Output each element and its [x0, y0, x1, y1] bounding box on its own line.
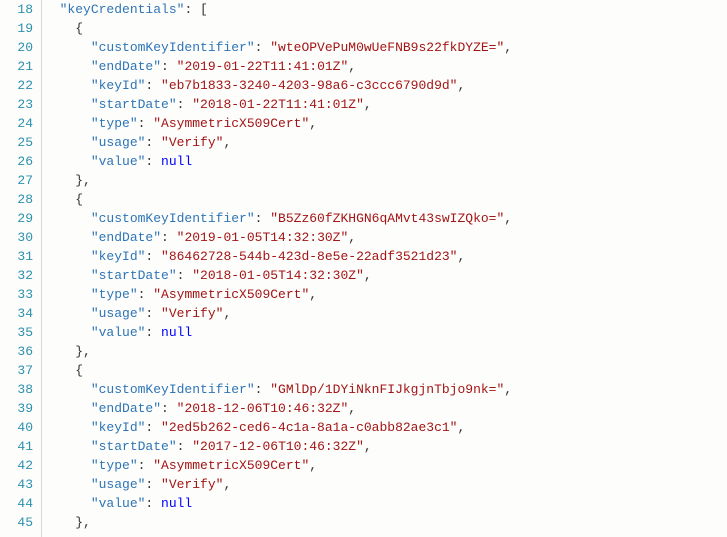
line-number: 23	[0, 95, 33, 114]
code-line: "keyId": "eb7b1833-3240-4203-98a6-c3ccc6…	[44, 76, 727, 95]
code-line: "startDate": "2018-01-05T14:32:30Z",	[44, 266, 727, 285]
code-line: "customKeyIdentifier": "wteOPVePuM0wUeFN…	[44, 38, 727, 57]
line-number: 26	[0, 152, 33, 171]
code-line: "type": "AsymmetricX509Cert",	[44, 114, 727, 133]
code-line: },	[44, 513, 727, 532]
code-line: "startDate": "2018-01-22T11:41:01Z",	[44, 95, 727, 114]
code-line: {	[44, 190, 727, 209]
code-line: "startDate": "2017-12-06T10:46:32Z",	[44, 437, 727, 456]
line-number: 41	[0, 437, 33, 456]
line-number: 30	[0, 228, 33, 247]
line-number: 36	[0, 342, 33, 361]
line-number: 27	[0, 171, 33, 190]
code-line: "keyCredentials": [	[44, 0, 727, 19]
code-editor[interactable]: 1819202122232425262728293031323334353637…	[0, 0, 727, 537]
code-line: "usage": "Verify",	[44, 304, 727, 323]
line-number: 40	[0, 418, 33, 437]
line-number: 22	[0, 76, 33, 95]
line-number: 39	[0, 399, 33, 418]
line-number: 18	[0, 0, 33, 19]
line-number: 33	[0, 285, 33, 304]
line-number: 38	[0, 380, 33, 399]
line-number: 37	[0, 361, 33, 380]
code-line: "value": null	[44, 323, 727, 342]
code-line: "endDate": "2019-01-05T14:32:30Z",	[44, 228, 727, 247]
line-number: 34	[0, 304, 33, 323]
line-number: 28	[0, 190, 33, 209]
code-line: "type": "AsymmetricX509Cert",	[44, 285, 727, 304]
line-number: 35	[0, 323, 33, 342]
code-line: },	[44, 171, 727, 190]
code-area[interactable]: "keyCredentials": [ { "customKeyIdentifi…	[42, 0, 727, 537]
code-line: "endDate": "2018-12-06T10:46:32Z",	[44, 399, 727, 418]
code-line: },	[44, 342, 727, 361]
line-number: 44	[0, 494, 33, 513]
code-line: "customKeyIdentifier": "GMlDp/1DYiNknFIJ…	[44, 380, 727, 399]
line-number: 43	[0, 475, 33, 494]
line-number: 19	[0, 19, 33, 38]
code-line: "keyId": "2ed5b262-ced6-4c1a-8a1a-c0abb8…	[44, 418, 727, 437]
line-number: 20	[0, 38, 33, 57]
code-line: "endDate": "2019-01-22T11:41:01Z",	[44, 57, 727, 76]
line-number: 24	[0, 114, 33, 133]
code-line: {	[44, 19, 727, 38]
code-line: "keyId": "86462728-544b-423d-8e5e-22adf3…	[44, 247, 727, 266]
line-number: 45	[0, 513, 33, 532]
line-number: 42	[0, 456, 33, 475]
line-number: 31	[0, 247, 33, 266]
line-number: 32	[0, 266, 33, 285]
line-number: 29	[0, 209, 33, 228]
code-line: "value": null	[44, 152, 727, 171]
code-line: "customKeyIdentifier": "B5Zz60fZKHGN6qAM…	[44, 209, 727, 228]
code-line: "usage": "Verify",	[44, 133, 727, 152]
code-line: "usage": "Verify",	[44, 475, 727, 494]
line-number-gutter: 1819202122232425262728293031323334353637…	[0, 0, 42, 537]
line-number: 21	[0, 57, 33, 76]
line-number: 25	[0, 133, 33, 152]
code-line: {	[44, 361, 727, 380]
code-line: "value": null	[44, 494, 727, 513]
code-line: "type": "AsymmetricX509Cert",	[44, 456, 727, 475]
